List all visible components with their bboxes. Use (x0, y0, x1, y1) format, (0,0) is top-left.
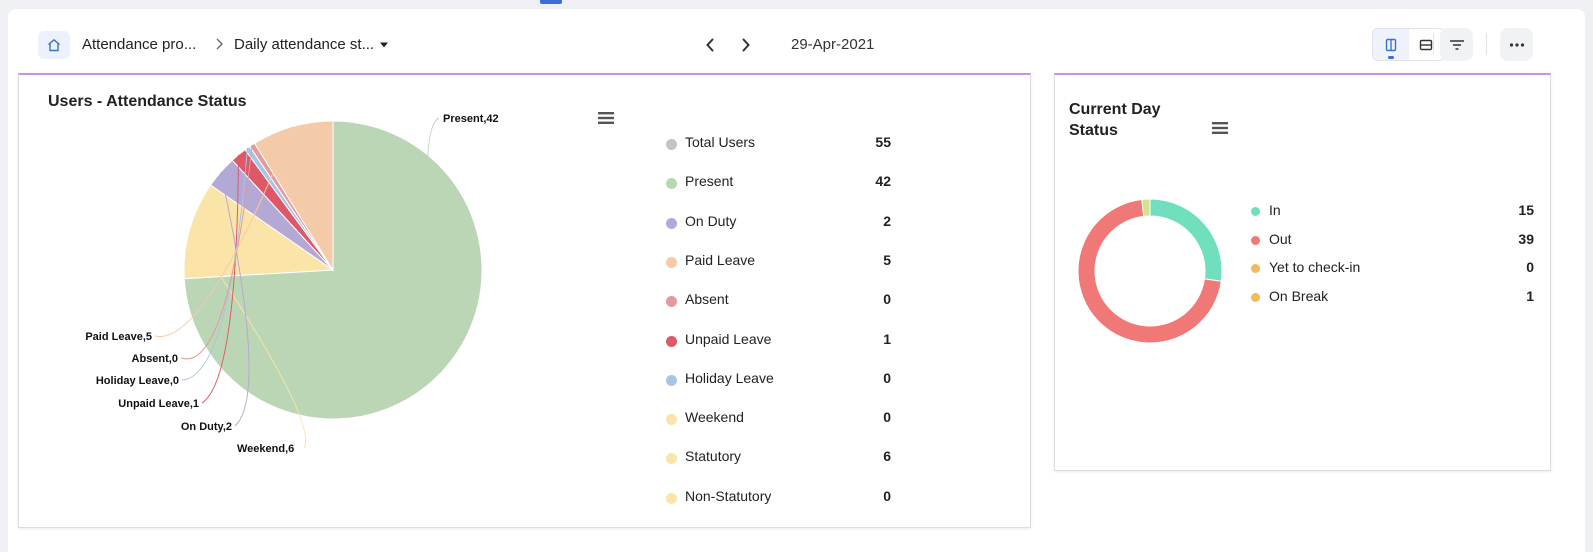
legend-item-weekend[interactable]: Weekend 0 (664, 408, 894, 428)
legend-value: 1 (1526, 288, 1534, 305)
filter-button[interactable] (1440, 28, 1473, 61)
legend-item-unpaid-leave[interactable]: Unpaid Leave 1 (664, 330, 894, 350)
legend-item-yet-to-check-in[interactable]: Yet to check-in 0 (1249, 258, 1539, 278)
legend-label: Statutory (685, 448, 742, 465)
legend-marker (666, 296, 677, 308)
legend-marker (666, 139, 677, 150)
attendance-status-panel: Users - Attendance Status Present,42 Week… (18, 73, 1031, 528)
columns-icon (1385, 38, 1396, 51)
more-options-button[interactable] (1500, 28, 1533, 61)
legend-value: 15 (1518, 202, 1534, 218)
legend-marker (1251, 293, 1260, 303)
legend-marker (666, 335, 677, 347)
legend-item-present[interactable]: Present 42 (664, 172, 894, 192)
legend-value: 2 (883, 212, 891, 229)
legend-label: Total Users (685, 134, 756, 150)
data-label-paid-leave: Paid Leave,5 (85, 331, 152, 343)
legend-value: 39 (1518, 230, 1534, 247)
home-button[interactable] (38, 31, 70, 59)
legend-marker (1251, 235, 1260, 245)
legend-item-on-duty[interactable]: On Duty 2 (664, 212, 894, 232)
chevron-right-icon (216, 38, 223, 50)
legend-marker (666, 453, 677, 465)
legend-marker (666, 374, 677, 386)
legend-label: Absent (685, 291, 729, 308)
legend-label: On Break (1269, 288, 1329, 305)
row-view-button[interactable] (1409, 29, 1445, 60)
data-label-weekend: Weekend,6 (237, 443, 294, 455)
legend-marker (666, 492, 677, 504)
legend-item-statutory[interactable]: Statutory 6 (664, 447, 894, 467)
data-label-unpaid-leave: Unpaid Leave,1 (118, 398, 199, 410)
legend-value: 0 (883, 369, 891, 386)
legend-marker (666, 256, 677, 268)
legend-marker (666, 217, 677, 229)
legend-marker (666, 178, 677, 190)
legend-value: 42 (875, 173, 891, 190)
legend-label: Weekend (685, 409, 744, 426)
data-label-on-duty: On Duty,2 (181, 421, 232, 433)
toolbar-divider (1486, 33, 1487, 55)
legend-label: Unpaid Leave (685, 330, 772, 347)
legend-value: 0 (883, 409, 891, 426)
attendance-pie-chart: Present,42 Weekend,6 On Duty,2 Unpaid Leave… (85, 113, 499, 455)
legend-item-total-users[interactable]: Total Users 55 (664, 133, 894, 153)
legend-value: 6 (883, 448, 891, 465)
legend-item-absent[interactable]: Absent 0 (664, 290, 894, 310)
prev-date-button[interactable] (701, 36, 719, 54)
legend-label: On Duty (685, 212, 737, 229)
legend-item-paid-leave[interactable]: Paid Leave 5 (664, 251, 894, 271)
rows-icon (1420, 39, 1433, 50)
legend-label: Holiday Leave (685, 369, 774, 386)
legend-value: 0 (883, 487, 891, 504)
legend-marker (666, 414, 677, 426)
more-horizontal-icon (1509, 42, 1524, 47)
legend-item-out[interactable]: Out 39 (1249, 230, 1539, 250)
legend-item-holiday-leave[interactable]: Holiday Leave 0 (664, 369, 894, 389)
filter-icon (1449, 39, 1464, 50)
legend-label: Out (1269, 230, 1292, 247)
dashboard-shell: Attendance pro... Daily attendance st...… (8, 9, 1585, 552)
column-view-button[interactable] (1373, 29, 1409, 60)
legend-marker (1251, 207, 1260, 216)
chevron-left-icon (706, 38, 714, 52)
legend-value: 1 (883, 330, 891, 347)
legend-value: 55 (875, 134, 891, 150)
view-toggle (1372, 28, 1445, 61)
home-icon (48, 39, 60, 52)
legend-label: Present (685, 173, 734, 190)
breadcrumb-item-2[interactable]: Daily attendance st... (234, 36, 374, 53)
current-day-donut-chart (1077, 198, 1223, 344)
page-bottom (8, 544, 1585, 552)
next-date-button[interactable] (737, 36, 755, 54)
current-day-status-panel: Current Day Status In 15 Out 39 Yet to check… (1054, 73, 1551, 471)
legend-label: In (1269, 202, 1281, 218)
top-accent-bar (540, 0, 562, 4)
data-label-absent: Absent,0 (132, 353, 178, 365)
legend-label: Paid Leave (685, 251, 756, 268)
legend-value: 5 (883, 251, 891, 268)
toolbar-divider (1433, 33, 1434, 55)
legend-label: Non-Statutory (685, 487, 772, 504)
page-header: Attendance pro... Daily attendance st...… (8, 9, 1585, 75)
chevron-right-icon (742, 38, 750, 52)
legend-item-non-statutory[interactable]: Non-Statutory 0 (664, 487, 894, 507)
legend-item-in[interactable]: In 15 (1249, 201, 1539, 221)
donut-slice-on-break[interactable] (1141, 198, 1151, 217)
breadcrumb-item-1[interactable]: Attendance pro... (82, 36, 196, 53)
legend-label: Yet to check-in (1269, 259, 1361, 276)
data-label-holiday-leave: Holiday Leave,0 (96, 375, 179, 387)
legend-item-on-break[interactable]: On Break 1 (1249, 287, 1539, 307)
donut-slice-in[interactable] (1149, 198, 1223, 282)
legend-value: 0 (1526, 259, 1534, 276)
data-label-present: Present,42 (443, 113, 499, 125)
legend-marker (1251, 264, 1260, 274)
date-label: 29-Apr-2021 (791, 36, 875, 53)
caret-down-icon[interactable] (379, 41, 389, 49)
legend-value: 0 (883, 291, 891, 308)
